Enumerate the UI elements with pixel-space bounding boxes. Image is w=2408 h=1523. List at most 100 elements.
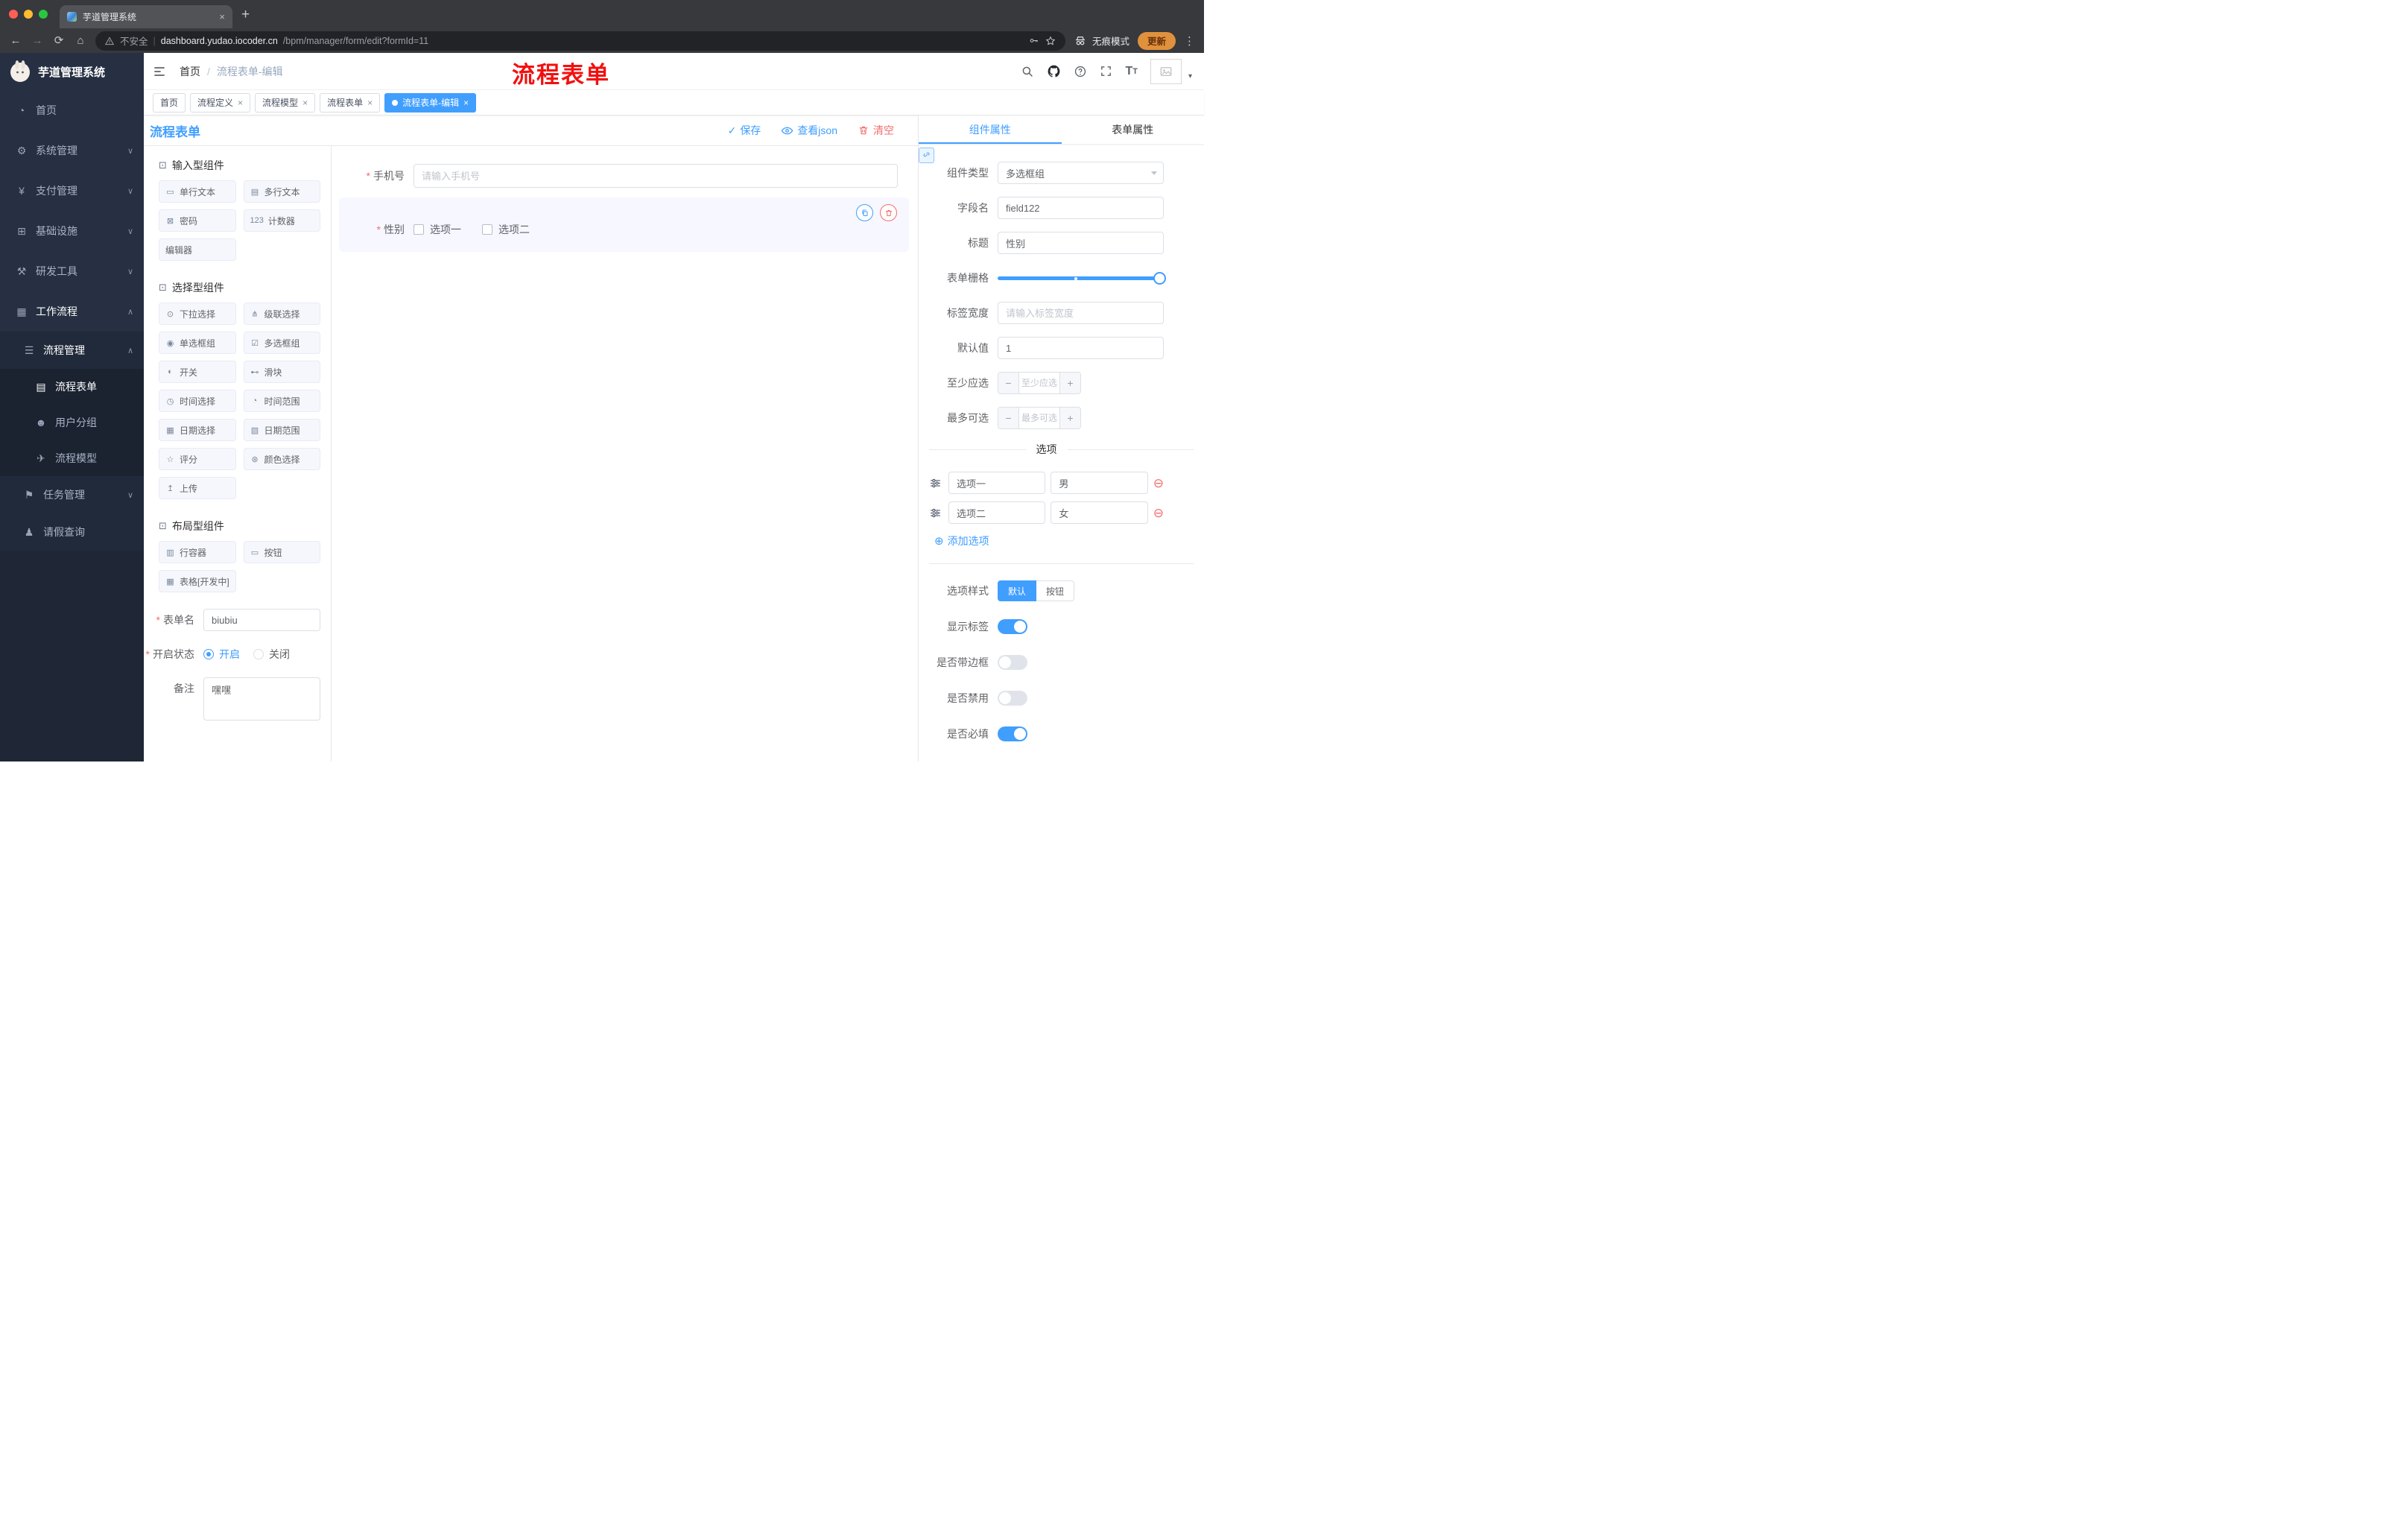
palette-item-checkbox-group[interactable]: ☑ 多选框组	[243, 332, 320, 354]
palette-item-radio-group[interactable]: ◉ 单选框组	[159, 332, 236, 354]
help-icon[interactable]	[1074, 65, 1087, 78]
sidebar-item-leave-query[interactable]: ♟ 请假查询	[0, 513, 144, 551]
sidebar-item-devtools[interactable]: ⚒ 研发工具 ∨	[0, 251, 144, 291]
border-toggle[interactable]	[998, 655, 1027, 670]
tag-process-definition[interactable]: 流程定义 ×	[190, 92, 251, 113]
checkbox-icon[interactable]	[482, 224, 492, 235]
minimize-window-button[interactable]	[24, 10, 33, 19]
min-select-input[interactable]	[1019, 373, 1059, 393]
show-label-toggle[interactable]	[998, 619, 1027, 634]
checkbox-icon[interactable]	[414, 224, 424, 235]
decrement-button[interactable]: −	[998, 373, 1019, 393]
sidebar-item-workflow[interactable]: ▦ 工作流程 ∧	[0, 291, 144, 332]
palette-item-time-picker[interactable]: ◷ 时间选择	[159, 390, 236, 412]
remove-option-button[interactable]: ⊖	[1153, 477, 1164, 490]
option-value-input[interactable]	[1051, 501, 1148, 524]
add-option-button[interactable]: ⊕ 添加选项	[934, 533, 1164, 548]
sidebar-item-process-model[interactable]: ✈ 流程模型	[0, 440, 144, 476]
radio-off[interactable]	[253, 649, 264, 659]
default-value-input[interactable]	[998, 337, 1164, 359]
browser-update-button[interactable]: 更新	[1137, 31, 1176, 50]
address-bar[interactable]: 不安全 | dashboard.yudao.iocoder.cn /bpm/ma…	[95, 31, 1065, 51]
sidebar-item-home[interactable]: ◔ 首页	[0, 90, 144, 130]
slider-handle[interactable]	[1153, 272, 1166, 285]
phone-input[interactable]	[414, 164, 898, 188]
palette-item-multi-text[interactable]: ▤ 多行文本	[243, 180, 320, 203]
drag-handle-icon[interactable]	[929, 477, 943, 490]
font-size-icon[interactable]: TT	[1125, 65, 1138, 78]
home-button[interactable]: ⌂	[74, 35, 87, 46]
palette-item-rate[interactable]: ☆ 评分	[159, 448, 236, 470]
tab-form-props[interactable]: 表单属性	[1062, 115, 1205, 144]
sidebar-item-infrastructure[interactable]: ⊞ 基础设施 ∨	[0, 211, 144, 251]
sidebar-item-system[interactable]: ⚙ 系统管理 ∨	[0, 130, 144, 171]
copy-widget-button[interactable]	[856, 204, 873, 221]
form-grid-slider[interactable]	[998, 267, 1166, 289]
close-icon[interactable]: ×	[302, 98, 308, 108]
increment-button[interactable]: +	[1059, 408, 1080, 428]
option-label-input[interactable]	[948, 472, 1046, 494]
component-type-select[interactable]	[998, 162, 1164, 184]
palette-item-date-range[interactable]: ▧ 日期范围	[243, 419, 320, 441]
palette-item-color-picker[interactable]: ⊛ 颜色选择	[243, 448, 320, 470]
style-button-button[interactable]: 按钮	[1036, 580, 1075, 601]
tab-close-icon[interactable]: ×	[219, 11, 225, 22]
style-default-button[interactable]: 默认	[998, 580, 1037, 601]
palette-item-time-range[interactable]: ◔ 时间范围	[243, 390, 320, 412]
search-icon[interactable]	[1021, 65, 1034, 78]
palette-item-single-text[interactable]: ▭ 单行文本	[159, 180, 236, 203]
option-value-input[interactable]	[1051, 472, 1148, 494]
link-chip[interactable]	[919, 148, 934, 163]
palette-item-table[interactable]: ▦ 表格[开发中]	[159, 570, 236, 592]
sidebar-item-user-group[interactable]: ☻ 用户分组	[0, 405, 144, 440]
required-toggle[interactable]	[998, 726, 1027, 741]
palette-item-date-picker[interactable]: ▦ 日期选择	[159, 419, 236, 441]
form-canvas[interactable]: 手机号	[332, 146, 918, 762]
bookmark-star-icon[interactable]	[1045, 35, 1056, 47]
palette-item-upload[interactable]: ↥ 上传	[159, 477, 236, 499]
option-label-input[interactable]	[948, 501, 1046, 524]
palette-item-editor[interactable]: 编辑器	[159, 238, 236, 261]
form-name-input[interactable]	[203, 609, 320, 631]
tag-process-form[interactable]: 流程表单 ×	[320, 92, 381, 113]
canvas-field-gender-selected[interactable]: 性别 选项一 选项二	[339, 197, 909, 252]
new-tab-button[interactable]: +	[241, 7, 250, 22]
sidebar-item-process-form[interactable]: ▤ 流程表单	[0, 369, 144, 405]
form-remark-input[interactable]: 嘿嘿	[203, 677, 320, 721]
tag-process-model[interactable]: 流程模型 ×	[255, 92, 316, 113]
tag-home[interactable]: 首页	[153, 92, 186, 113]
maximize-window-button[interactable]	[39, 10, 48, 19]
palette-item-password[interactable]: ⊠ 密码	[159, 209, 236, 232]
close-icon[interactable]: ×	[238, 98, 243, 108]
back-button[interactable]: ←	[9, 35, 22, 46]
radio-on[interactable]	[203, 649, 214, 659]
field-name-input[interactable]	[998, 197, 1164, 219]
delete-widget-button[interactable]	[880, 204, 897, 221]
max-select-input[interactable]	[1019, 408, 1059, 428]
palette-item-slider[interactable]: ⊷ 滑块	[243, 361, 320, 383]
close-icon[interactable]: ×	[367, 98, 373, 108]
fullscreen-icon[interactable]	[1100, 65, 1112, 77]
avatar-caret-icon[interactable]: ▾	[1188, 72, 1192, 80]
close-window-button[interactable]	[9, 10, 18, 19]
canvas-field-phone[interactable]: 手机号	[339, 164, 898, 188]
gender-option-1[interactable]: 选项一	[414, 222, 461, 237]
palette-item-cascader[interactable]: ⋔ 级联选择	[243, 303, 320, 325]
decrement-button[interactable]: −	[998, 408, 1019, 428]
drag-handle-icon[interactable]	[929, 507, 943, 519]
hamburger-icon[interactable]	[151, 63, 168, 80]
palette-item-select[interactable]: ⊙ 下拉选择	[159, 303, 236, 325]
gender-option-2[interactable]: 选项二	[482, 222, 530, 237]
avatar[interactable]	[1150, 58, 1182, 84]
palette-item-counter[interactable]: 123 计数器	[243, 209, 320, 232]
remove-option-button[interactable]: ⊖	[1153, 507, 1164, 519]
palette-item-switch[interactable]: ◐ 开关	[159, 361, 236, 383]
title-input[interactable]	[998, 232, 1164, 254]
slider-track[interactable]	[998, 276, 1164, 280]
save-button[interactable]: ✓ 保存	[728, 123, 761, 138]
palette-item-row-container[interactable]: ▥ 行容器	[159, 541, 236, 563]
forward-button[interactable]: →	[31, 35, 44, 46]
tag-process-form-edit[interactable]: 流程表单-编辑 ×	[384, 92, 477, 113]
password-key-icon[interactable]	[1028, 35, 1039, 46]
increment-button[interactable]: +	[1059, 373, 1080, 393]
